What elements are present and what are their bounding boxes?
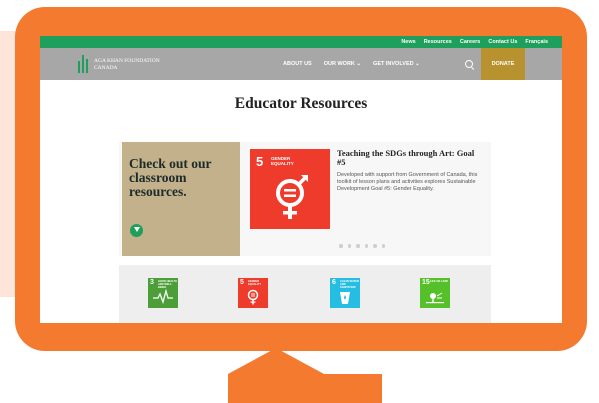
- slider-pagination: [339, 244, 385, 248]
- website-screen: News Resources Careers Contact Us França…: [40, 36, 562, 323]
- search-icon[interactable]: [465, 60, 473, 68]
- goal-tile-15[interactable]: 15 LIFE ON LAND: [420, 278, 450, 308]
- logo-line-1: AGA KHAN FOUNDATION: [94, 58, 160, 64]
- topbar-link-resources[interactable]: Resources: [424, 39, 452, 45]
- slide-description: Developed with support from Government o…: [337, 172, 478, 192]
- logo-line-2: CANADA: [94, 64, 118, 71]
- topbar-link-news[interactable]: News: [401, 39, 415, 45]
- water-icon: [340, 292, 350, 304]
- slide-title[interactable]: Teaching the SDGs through Art: Goal #5: [337, 149, 477, 167]
- tree-icon: [426, 292, 444, 304]
- utility-bar: News Resources Careers Contact Us França…: [40, 36, 562, 48]
- logo-text[interactable]: AGA KHAN FOUNDATION CANADA: [94, 58, 160, 71]
- nav-get-involved[interactable]: GET INVOLVED ⌄: [373, 61, 420, 67]
- slider-dot[interactable]: [364, 244, 368, 248]
- slider-dot[interactable]: [356, 244, 360, 248]
- donate-button[interactable]: DONATE: [481, 48, 525, 80]
- promo-text: Check out our classroom resources.: [129, 156, 212, 199]
- gender-equality-icon: [247, 289, 259, 305]
- topbar-link-francais[interactable]: Français: [525, 39, 548, 45]
- nav-our-work[interactable]: OUR WORK ⌄: [324, 61, 361, 67]
- topbar-link-contact[interactable]: Contact Us: [488, 39, 517, 45]
- slider-dot[interactable]: [339, 244, 343, 248]
- gender-equality-icon: [276, 175, 308, 219]
- topbar-link-careers[interactable]: Careers: [460, 39, 481, 45]
- logo-mark-icon[interactable]: [78, 55, 88, 73]
- slider-dot[interactable]: [381, 244, 385, 248]
- nav-links: ABOUT US OUR WORK ⌄ GET INVOLVED ⌄: [283, 48, 420, 80]
- goal-tile-3[interactable]: 3 GOOD HEALTH AND WELL-BEING: [148, 278, 178, 308]
- monitor-stand-neck: [228, 348, 324, 374]
- goal-tile-6[interactable]: 6 CLEAN WATER AND SANITATION: [330, 278, 360, 308]
- slider-dot[interactable]: [347, 244, 351, 248]
- goal-tile-5[interactable]: 5 GENDER EQUALITY: [238, 278, 268, 308]
- arrow-down-circle-icon[interactable]: [130, 224, 143, 237]
- slider-dot[interactable]: [373, 244, 377, 248]
- heartbeat-icon: [153, 288, 173, 305]
- page-title: Educator Resources: [234, 95, 368, 112]
- promo-card[interactable]: Check out our classroom resources.: [122, 142, 240, 256]
- monitor-stand-base: [228, 374, 382, 403]
- sdg5-tile[interactable]: 5 GENDER EQUALITY: [250, 149, 330, 229]
- nav-about-us[interactable]: ABOUT US: [283, 61, 312, 67]
